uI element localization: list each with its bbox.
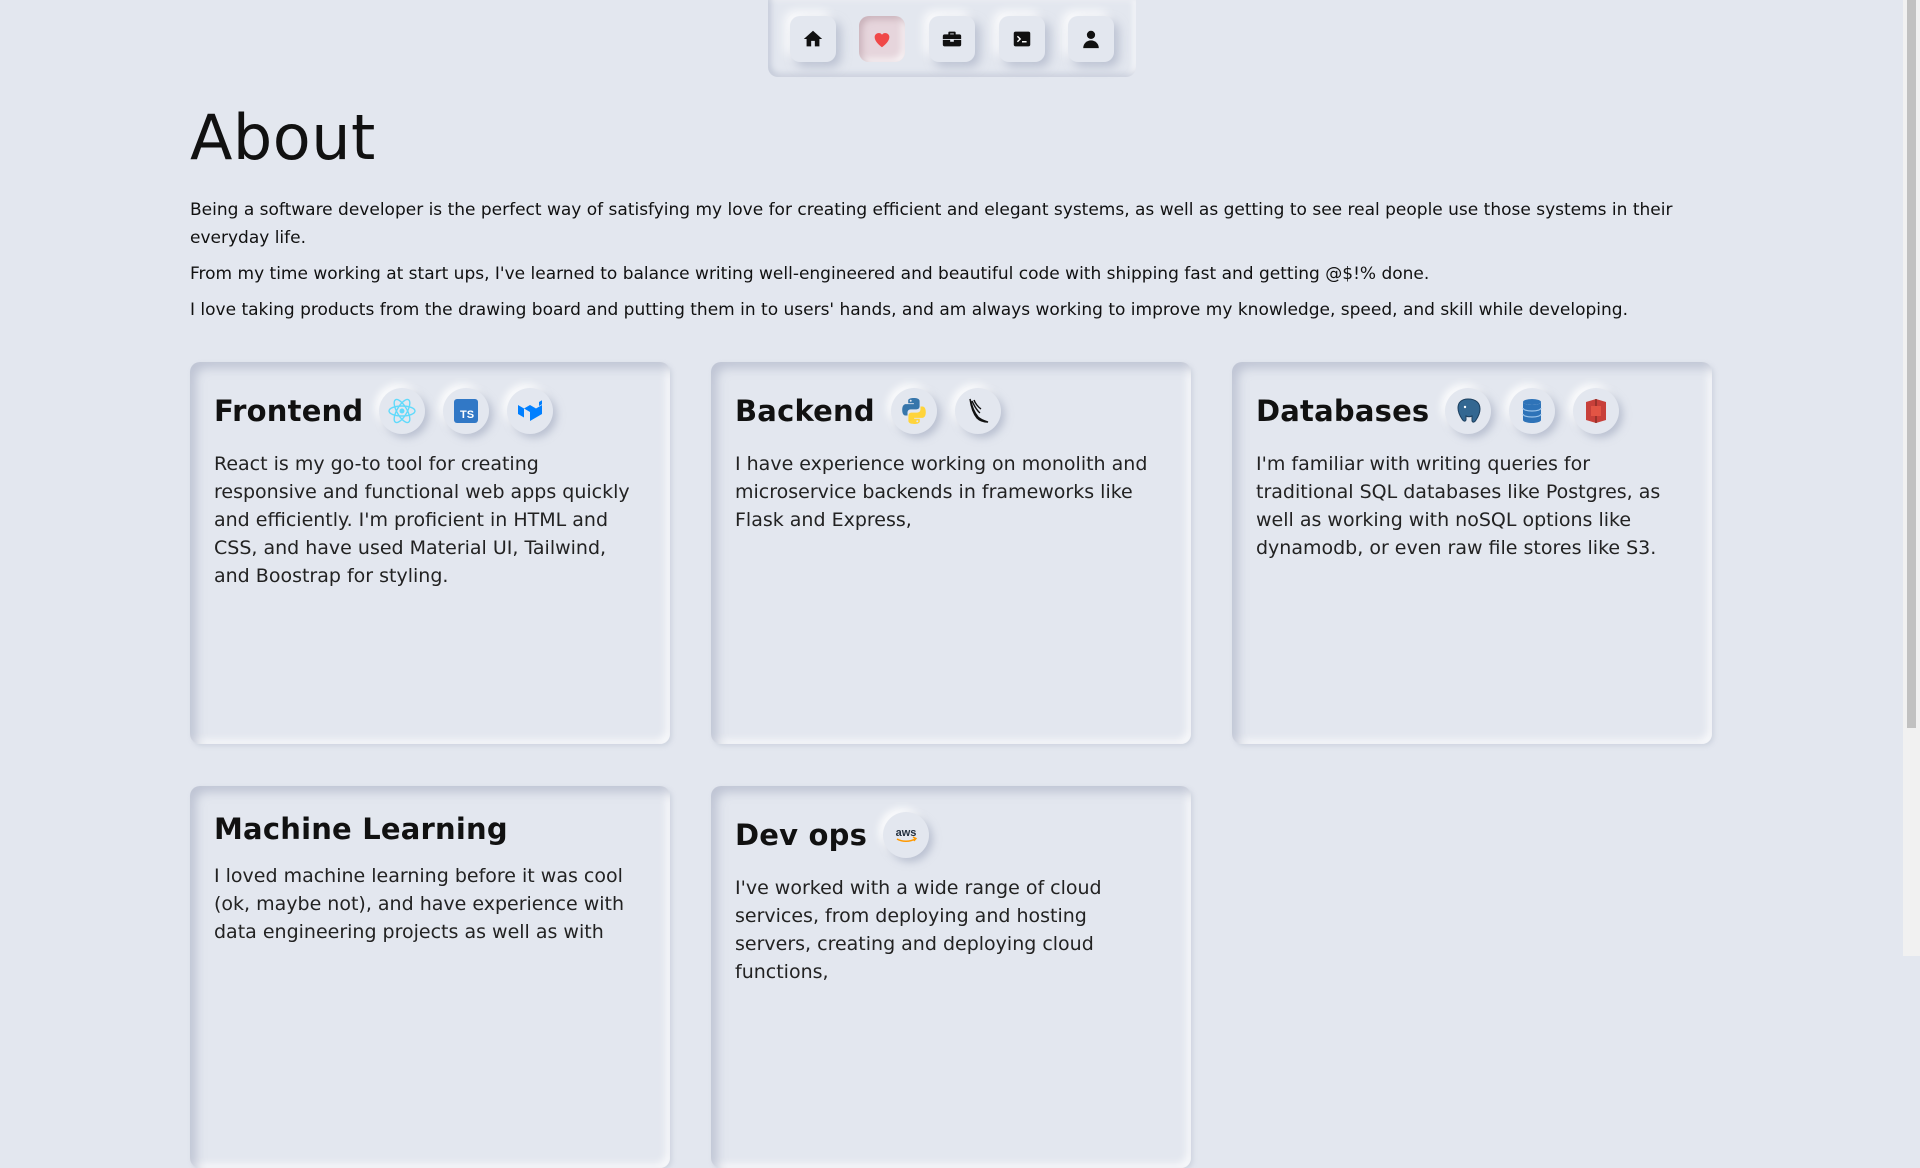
devops-card: Dev ops aws I've worked with a wide rang… (711, 786, 1191, 1168)
card-title: Backend (735, 394, 875, 428)
backend-card: Backend I have experience working on mon… (711, 362, 1191, 744)
svg-text:TS: TS (460, 409, 474, 421)
nav-about-button[interactable] (859, 15, 906, 62)
card-description: I'm familiar with writing queries for tr… (1256, 453, 1661, 559)
card-description: I've worked with a wide range of cloud s… (735, 877, 1102, 983)
intro-paragraph: Being a software developer is the perfec… (190, 200, 1673, 248)
nav-work-button[interactable] (928, 15, 975, 62)
python-icon (890, 388, 937, 434)
dynamodb-icon (1509, 388, 1556, 434)
card-title: Databases (1256, 394, 1430, 428)
terminal-icon (1013, 31, 1030, 46)
card-title: Dev ops (735, 818, 868, 852)
card-description: I have experience working on monolith an… (735, 453, 1148, 531)
card-description: I loved machine learning before it was c… (214, 865, 625, 943)
s3-icon (1573, 388, 1620, 434)
intro-text: Being a software developer is the perfec… (190, 196, 1710, 324)
top-nav (768, 0, 1136, 77)
person-icon (1083, 30, 1099, 48)
typescript-icon: TS (443, 388, 490, 434)
aws-icon: aws (883, 812, 930, 858)
nav-home-button[interactable] (789, 15, 836, 62)
briefcase-icon (942, 31, 962, 46)
react-icon (379, 388, 426, 434)
home-icon (803, 30, 822, 46)
intro-paragraph: From my time working at start ups, I've … (190, 264, 1430, 284)
card-description: React is my go-to tool for creating resp… (214, 453, 630, 587)
databases-card: Databases I'm familiar with writing quer… (1232, 362, 1712, 744)
intro-paragraph: I love taking products from the drawing … (190, 300, 1628, 320)
about-section: About Being a software developer is the … (190, 90, 1710, 324)
page-title: About (190, 101, 376, 174)
card-title: Machine Learning (214, 812, 508, 846)
nav-projects-button[interactable] (998, 15, 1045, 62)
flask-icon (954, 388, 1001, 434)
scrollbar-thumb[interactable] (1907, 0, 1916, 728)
heart-icon (875, 32, 890, 47)
material-ui-icon (507, 388, 554, 434)
frontend-card: Frontend TS React is my go-to tool for c… (190, 362, 670, 744)
nav-contact-button[interactable] (1068, 15, 1115, 62)
machine-learning-card: Machine Learning I loved machine learnin… (190, 786, 670, 1168)
postgres-icon (1445, 388, 1492, 434)
card-title: Frontend (214, 394, 364, 428)
page-scrollbar[interactable] (1903, 0, 1920, 956)
